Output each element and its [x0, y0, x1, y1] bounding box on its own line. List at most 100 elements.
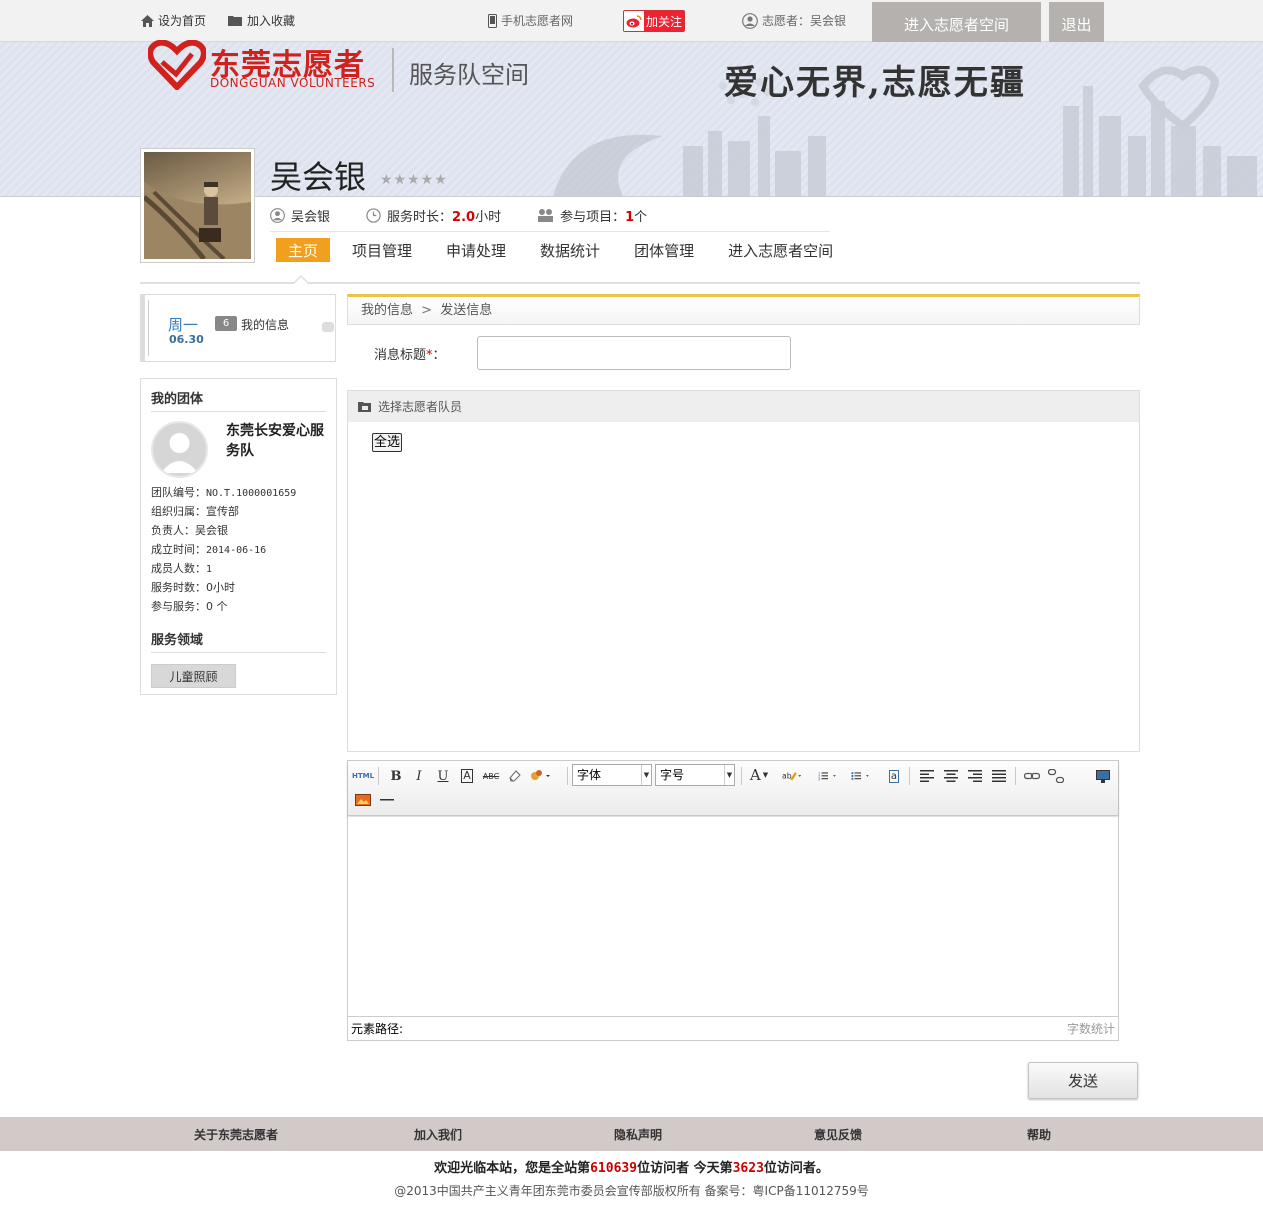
default-user-icon	[161, 433, 198, 473]
format-painter-icon[interactable]	[530, 766, 550, 786]
message-title-label: 消息标题*：	[374, 348, 446, 363]
team-field-members: 成员人数：1	[151, 562, 213, 575]
align-center-icon[interactable]	[941, 766, 961, 786]
avatar-photo	[144, 152, 251, 259]
editor-status-bar: 元素路径: 字数统计	[348, 1016, 1118, 1040]
nav-home[interactable]: 主页	[276, 238, 331, 262]
set-home-link[interactable]: 设为首页	[141, 12, 206, 29]
send-button[interactable]: 发送	[1028, 1062, 1138, 1099]
bold-icon[interactable]: B	[386, 766, 406, 786]
weibo-icon	[624, 11, 644, 31]
mobile-site-link[interactable]: 手机志愿者网	[488, 12, 573, 29]
team-heading-divider	[151, 411, 326, 412]
italic-icon[interactable]: I	[409, 766, 429, 786]
stats-divider	[270, 231, 830, 232]
nav-group-management[interactable]: 团体管理	[622, 238, 706, 262]
eraser-icon[interactable]	[505, 766, 525, 786]
highlight-color-icon[interactable]: ab	[782, 766, 802, 786]
svg-text:3: 3	[818, 777, 820, 781]
team-field-founded: 成立时间：2014-06-16	[151, 543, 267, 556]
svg-text:ab: ab	[782, 771, 792, 780]
font-border-icon[interactable]: A	[457, 766, 477, 786]
footer-link-feedback[interactable]: 意见反馈	[814, 1126, 862, 1143]
weibo-follow-button[interactable]: 加关注	[623, 10, 685, 32]
nav-volunteer-space[interactable]: 进入志愿者空间	[716, 238, 845, 262]
logout-button[interactable]: 退出	[1049, 2, 1104, 46]
user-circle-icon	[742, 12, 758, 29]
toolbar-separator	[378, 767, 379, 785]
footer-link-privacy[interactable]: 隐私声明	[614, 1126, 662, 1143]
select-all-button[interactable]: 全选	[372, 433, 403, 452]
service-area-tag[interactable]: 儿童照顾	[151, 664, 236, 688]
add-favorite-link[interactable]: 加入收藏	[228, 12, 295, 29]
horizontal-rule-icon[interactable]	[377, 790, 397, 810]
stat-projects-label: 参与项目：	[560, 210, 626, 225]
weibo-follow-label: 加关注	[646, 14, 683, 29]
mobile-site-label: 手机志愿者网	[501, 14, 574, 28]
footer-link-help[interactable]: 帮助	[1027, 1126, 1051, 1143]
link-icon[interactable]	[1022, 766, 1042, 786]
team-field-hours: 服务时数：0小时	[151, 581, 235, 594]
footer-link-about[interactable]: 关于东莞志愿者	[194, 1126, 278, 1143]
stat-projects-value: 1	[625, 210, 635, 225]
font-size-select[interactable]: 字号 ▼	[655, 764, 735, 786]
message-title-input[interactable]	[477, 336, 791, 370]
stat-projects-unit: 个	[634, 210, 648, 225]
user-circle-icon	[270, 208, 285, 223]
visitor-today: 3623	[732, 1161, 764, 1176]
user-avatar[interactable]	[140, 148, 255, 263]
breadcrumb-send-message: 发送信息	[440, 303, 493, 318]
phone-icon	[488, 13, 497, 28]
html-source-button[interactable]: HTML	[352, 766, 374, 786]
nav-project-management[interactable]: 项目管理	[340, 238, 424, 262]
slogan: 爱心无界,志愿无疆	[724, 63, 1026, 103]
align-justify-icon[interactable]	[989, 766, 1009, 786]
user-info: 志愿者：吴会银	[742, 12, 846, 29]
main-nav: 主页 项目管理 申请处理 数据统计 团体管理 进入志愿者空间	[276, 238, 855, 262]
enter-volunteer-space-button[interactable]: 进入志愿者空间	[872, 2, 1041, 46]
select-members-panel	[347, 390, 1140, 752]
message-count-badge[interactable]: 6	[215, 316, 237, 331]
team-field-services: 参与服务：0 个	[151, 600, 228, 613]
copyright-text: @2013中国共产主义青年团东莞市委员会宣传部版权所有 备案号：粤ICP备110…	[394, 1184, 869, 1198]
space-title: 服务队空间	[409, 61, 529, 89]
unordered-list-icon[interactable]	[851, 766, 871, 786]
align-right-icon[interactable]	[965, 766, 985, 786]
my-messages-link[interactable]: 我的信息	[241, 316, 289, 333]
font-family-select[interactable]: 字体 ▼	[572, 764, 652, 786]
align-left-icon[interactable]	[917, 766, 937, 786]
group-icon	[538, 209, 554, 222]
nav-active-caret	[293, 274, 309, 284]
stat-projects: 参与项目：1个	[537, 206, 647, 225]
my-team-heading: 我的团体	[151, 392, 204, 407]
team-field-id: 团队编号：NO.T.1000001659	[151, 486, 297, 499]
team-field-leader: 负责人：吴会银	[151, 524, 228, 537]
font-color-icon[interactable]: A ▼	[749, 765, 769, 785]
editor-content-area[interactable]	[348, 817, 1118, 1016]
avatar-photo-illustration	[144, 182, 251, 259]
preview-icon[interactable]	[1093, 766, 1113, 786]
stat-hours-label: 服务时长：	[387, 210, 453, 225]
footer-link-join[interactable]: 加入我们	[414, 1126, 462, 1143]
nav-data-statistics[interactable]: 数据统计	[528, 238, 612, 262]
nav-application-processing[interactable]: 申请处理	[434, 238, 518, 262]
insert-anchor-icon[interactable]: a	[884, 766, 904, 786]
stat-user-name: 吴会银	[291, 210, 331, 225]
insert-image-icon[interactable]	[353, 790, 373, 810]
profile-stats: 吴会银 服务时长：2.0小时 参与项目：1个	[270, 206, 683, 225]
team-avatar[interactable]	[151, 421, 208, 478]
date-widget-line	[148, 300, 149, 356]
service-area-divider	[151, 652, 326, 653]
strikethrough-icon[interactable]: ABC	[481, 766, 501, 786]
visitor-total: 610639	[590, 1161, 638, 1176]
ordered-list-icon[interactable]: 123	[818, 766, 838, 786]
team-name[interactable]: 东莞长安爱心服务队	[226, 421, 326, 461]
unlink-icon[interactable]	[1046, 766, 1066, 786]
team-field-org: 组织归属：宣传部	[151, 505, 239, 518]
underline-icon[interactable]: U	[433, 766, 453, 786]
date-widget-toggle[interactable]	[322, 322, 334, 332]
profile-name: 吴会银	[270, 158, 367, 196]
breadcrumb: 我的信息 > 发送信息	[347, 294, 1140, 325]
breadcrumb-my-info[interactable]: 我的信息	[361, 303, 413, 318]
toolbar-separator	[909, 767, 910, 785]
